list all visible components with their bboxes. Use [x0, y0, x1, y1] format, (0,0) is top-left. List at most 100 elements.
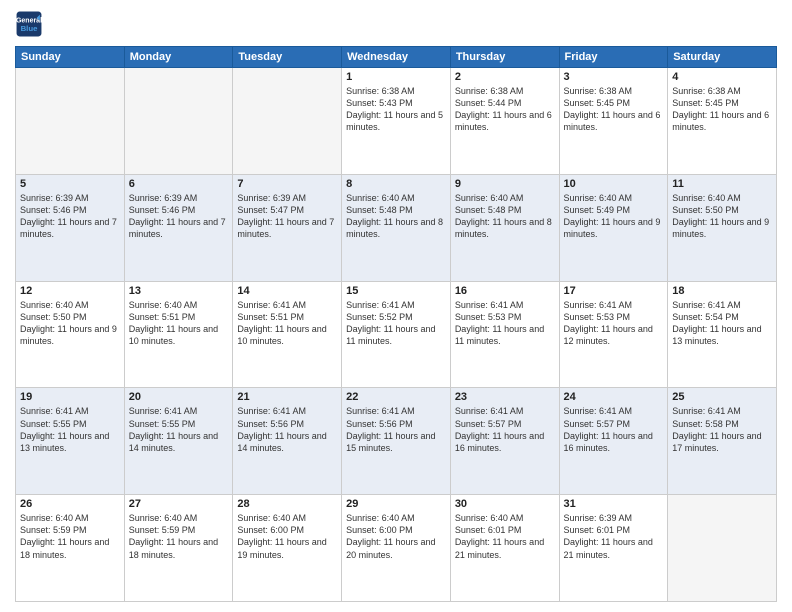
cell-text: Sunrise: 6:40 AM Sunset: 6:01 PM Dayligh… — [455, 512, 555, 561]
calendar-cell: 19 Sunrise: 6:41 AM Sunset: 5:55 PM Dayli… — [16, 388, 125, 495]
day-number: 9 — [455, 178, 555, 190]
calendar-cell: 17 Sunrise: 6:41 AM Sunset: 5:53 PM Dayli… — [559, 281, 668, 388]
cell-text: Sunrise: 6:38 AM Sunset: 5:45 PM Dayligh… — [564, 85, 664, 134]
cell-text: Sunrise: 6:39 AM Sunset: 6:01 PM Dayligh… — [564, 512, 664, 561]
cell-text: Sunrise: 6:41 AM Sunset: 5:52 PM Dayligh… — [346, 299, 446, 348]
calendar-cell: 4 Sunrise: 6:38 AM Sunset: 5:45 PM Daylig… — [668, 68, 777, 175]
day-number: 31 — [564, 498, 664, 510]
calendar-week-row: 5 Sunrise: 6:39 AM Sunset: 5:46 PM Daylig… — [16, 174, 777, 281]
calendar-cell: 5Sunrise: 6:39 AM Sunset: 5:46 PM Daylig… — [16, 174, 125, 281]
day-number: 20 — [129, 391, 229, 403]
calendar-cell: 29 Sunrise: 6:40 AM Sunset: 6:00 PM Dayli… — [342, 495, 451, 602]
cell-text: Sunrise: 6:40 AM Sunset: 5:59 PM Dayligh… — [20, 512, 120, 561]
logo: General Blue — [15, 10, 43, 38]
day-number: 26 — [20, 498, 120, 510]
calendar-cell: 27 Sunrise: 6:40 AM Sunset: 5:59 PM Dayli… — [124, 495, 233, 602]
calendar-cell: 26 Sunrise: 6:40 AM Sunset: 5:59 PM Dayli… — [16, 495, 125, 602]
header: General Blue — [15, 10, 777, 38]
calendar-cell: 15 Sunrise: 6:41 AM Sunset: 5:52 PM Dayli… — [342, 281, 451, 388]
weekday-header-wednesday: Wednesday — [342, 47, 451, 68]
day-number: 29 — [346, 498, 446, 510]
calendar-cell: 18 Sunrise: 6:41 AM Sunset: 5:54 PM Dayli… — [668, 281, 777, 388]
calendar-cell: 24 Sunrise: 6:41 AM Sunset: 5:57 PM Dayli… — [559, 388, 668, 495]
weekday-header-saturday: Saturday — [668, 47, 777, 68]
cell-text: Sunrise: 6:38 AM Sunset: 5:44 PM Dayligh… — [455, 85, 555, 134]
weekday-header-friday: Friday — [559, 47, 668, 68]
day-number: 30 — [455, 498, 555, 510]
cell-text: Sunrise: 6:41 AM Sunset: 5:56 PM Dayligh… — [237, 405, 337, 454]
day-number: 8 — [346, 178, 446, 190]
cell-text: Sunrise: 6:41 AM Sunset: 5:57 PM Dayligh… — [455, 405, 555, 454]
calendar-cell: 11 Sunrise: 6:40 AM Sunset: 5:50 PM Dayli… — [668, 174, 777, 281]
day-number: 23 — [455, 391, 555, 403]
day-number: 1 — [346, 71, 446, 83]
day-number: 2 — [455, 71, 555, 83]
calendar-cell: 10Sunrise: 6:40 AM Sunset: 5:49 PM Dayli… — [559, 174, 668, 281]
calendar-cell: 16 Sunrise: 6:41 AM Sunset: 5:53 PM Dayli… — [450, 281, 559, 388]
weekday-header-row: SundayMondayTuesdayWednesdayThursdayFrid… — [16, 47, 777, 68]
day-number: 6 — [129, 178, 229, 190]
calendar-cell: 20 Sunrise: 6:41 AM Sunset: 5:55 PM Dayli… — [124, 388, 233, 495]
calendar-week-row: 12Sunrise: 6:40 AM Sunset: 5:50 PM Dayli… — [16, 281, 777, 388]
calendar-week-row: 26 Sunrise: 6:40 AM Sunset: 5:59 PM Dayli… — [16, 495, 777, 602]
day-number: 5 — [20, 178, 120, 190]
day-number: 16 — [455, 285, 555, 297]
calendar-cell: 14 Sunrise: 6:41 AM Sunset: 5:51 PM Dayli… — [233, 281, 342, 388]
day-number: 27 — [129, 498, 229, 510]
day-number: 17 — [564, 285, 664, 297]
weekday-header-tuesday: Tuesday — [233, 47, 342, 68]
cell-text: Sunrise: 6:41 AM Sunset: 5:57 PM Dayligh… — [564, 405, 664, 454]
calendar-cell: 22 Sunrise: 6:41 AM Sunset: 5:56 PM Dayli… — [342, 388, 451, 495]
cell-text: Sunrise: 6:40 AM Sunset: 6:00 PM Dayligh… — [237, 512, 337, 561]
cell-text: Sunrise: 6:41 AM Sunset: 5:53 PM Dayligh… — [455, 299, 555, 348]
logo-icon: General Blue — [15, 10, 43, 38]
page: General Blue SundayMondayTuesdayWednesda… — [0, 0, 792, 612]
calendar-week-row: 1 Sunrise: 6:38 AM Sunset: 5:43 PM Daylig… — [16, 68, 777, 175]
cell-text: Sunrise: 6:40 AM Sunset: 5:49 PM Dayligh… — [564, 192, 664, 241]
cell-text: Sunrise: 6:39 AM Sunset: 5:47 PM Dayligh… — [237, 192, 337, 241]
day-number: 14 — [237, 285, 337, 297]
day-number: 3 — [564, 71, 664, 83]
day-number: 22 — [346, 391, 446, 403]
calendar-cell: 28 Sunrise: 6:40 AM Sunset: 6:00 PM Dayli… — [233, 495, 342, 602]
cell-text: Sunrise: 6:41 AM Sunset: 5:54 PM Dayligh… — [672, 299, 772, 348]
calendar-cell: 7Sunrise: 6:39 AM Sunset: 5:47 PM Daylig… — [233, 174, 342, 281]
weekday-header-sunday: Sunday — [16, 47, 125, 68]
calendar-cell: 3 Sunrise: 6:38 AM Sunset: 5:45 PM Daylig… — [559, 68, 668, 175]
calendar-cell: 8Sunrise: 6:40 AM Sunset: 5:48 PM Daylig… — [342, 174, 451, 281]
calendar-cell: 2 Sunrise: 6:38 AM Sunset: 5:44 PM Daylig… — [450, 68, 559, 175]
calendar-week-row: 19 Sunrise: 6:41 AM Sunset: 5:55 PM Dayli… — [16, 388, 777, 495]
calendar-cell: 9Sunrise: 6:40 AM Sunset: 5:48 PM Daylig… — [450, 174, 559, 281]
cell-text: Sunrise: 6:40 AM Sunset: 5:59 PM Dayligh… — [129, 512, 229, 561]
calendar-cell: 25Sunrise: 6:41 AM Sunset: 5:58 PM Dayli… — [668, 388, 777, 495]
calendar-cell: 6 Sunrise: 6:39 AM Sunset: 5:46 PM Daylig… — [124, 174, 233, 281]
calendar-cell: 23 Sunrise: 6:41 AM Sunset: 5:57 PM Dayli… — [450, 388, 559, 495]
day-number: 13 — [129, 285, 229, 297]
cell-text: Sunrise: 6:41 AM Sunset: 5:58 PM Dayligh… — [672, 405, 772, 454]
calendar-cell: 31 Sunrise: 6:39 AM Sunset: 6:01 PM Dayli… — [559, 495, 668, 602]
day-number: 28 — [237, 498, 337, 510]
cell-text: Sunrise: 6:41 AM Sunset: 5:55 PM Dayligh… — [129, 405, 229, 454]
cell-text: Sunrise: 6:38 AM Sunset: 5:43 PM Dayligh… — [346, 85, 446, 134]
calendar-cell: 21 Sunrise: 6:41 AM Sunset: 5:56 PM Dayli… — [233, 388, 342, 495]
cell-text: Sunrise: 6:38 AM Sunset: 5:45 PM Dayligh… — [672, 85, 772, 134]
calendar-cell — [668, 495, 777, 602]
cell-text: Sunrise: 6:40 AM Sunset: 6:00 PM Dayligh… — [346, 512, 446, 561]
cell-text: Sunrise: 6:41 AM Sunset: 5:56 PM Dayligh… — [346, 405, 446, 454]
day-number: 18 — [672, 285, 772, 297]
cell-text: Sunrise: 6:41 AM Sunset: 5:55 PM Dayligh… — [20, 405, 120, 454]
calendar-cell — [16, 68, 125, 175]
cell-text: Sunrise: 6:40 AM Sunset: 5:50 PM Dayligh… — [672, 192, 772, 241]
svg-text:Blue: Blue — [21, 24, 39, 33]
cell-text: Sunrise: 6:39 AM Sunset: 5:46 PM Dayligh… — [129, 192, 229, 241]
day-number: 21 — [237, 391, 337, 403]
day-number: 19 — [20, 391, 120, 403]
calendar-cell: 13Sunrise: 6:40 AM Sunset: 5:51 PM Dayli… — [124, 281, 233, 388]
cell-text: Sunrise: 6:41 AM Sunset: 5:51 PM Dayligh… — [237, 299, 337, 348]
day-number: 24 — [564, 391, 664, 403]
day-number: 4 — [672, 71, 772, 83]
calendar-cell: 30 Sunrise: 6:40 AM Sunset: 6:01 PM Dayli… — [450, 495, 559, 602]
cell-text: Sunrise: 6:41 AM Sunset: 5:53 PM Dayligh… — [564, 299, 664, 348]
day-number: 15 — [346, 285, 446, 297]
day-number: 11 — [672, 178, 772, 190]
